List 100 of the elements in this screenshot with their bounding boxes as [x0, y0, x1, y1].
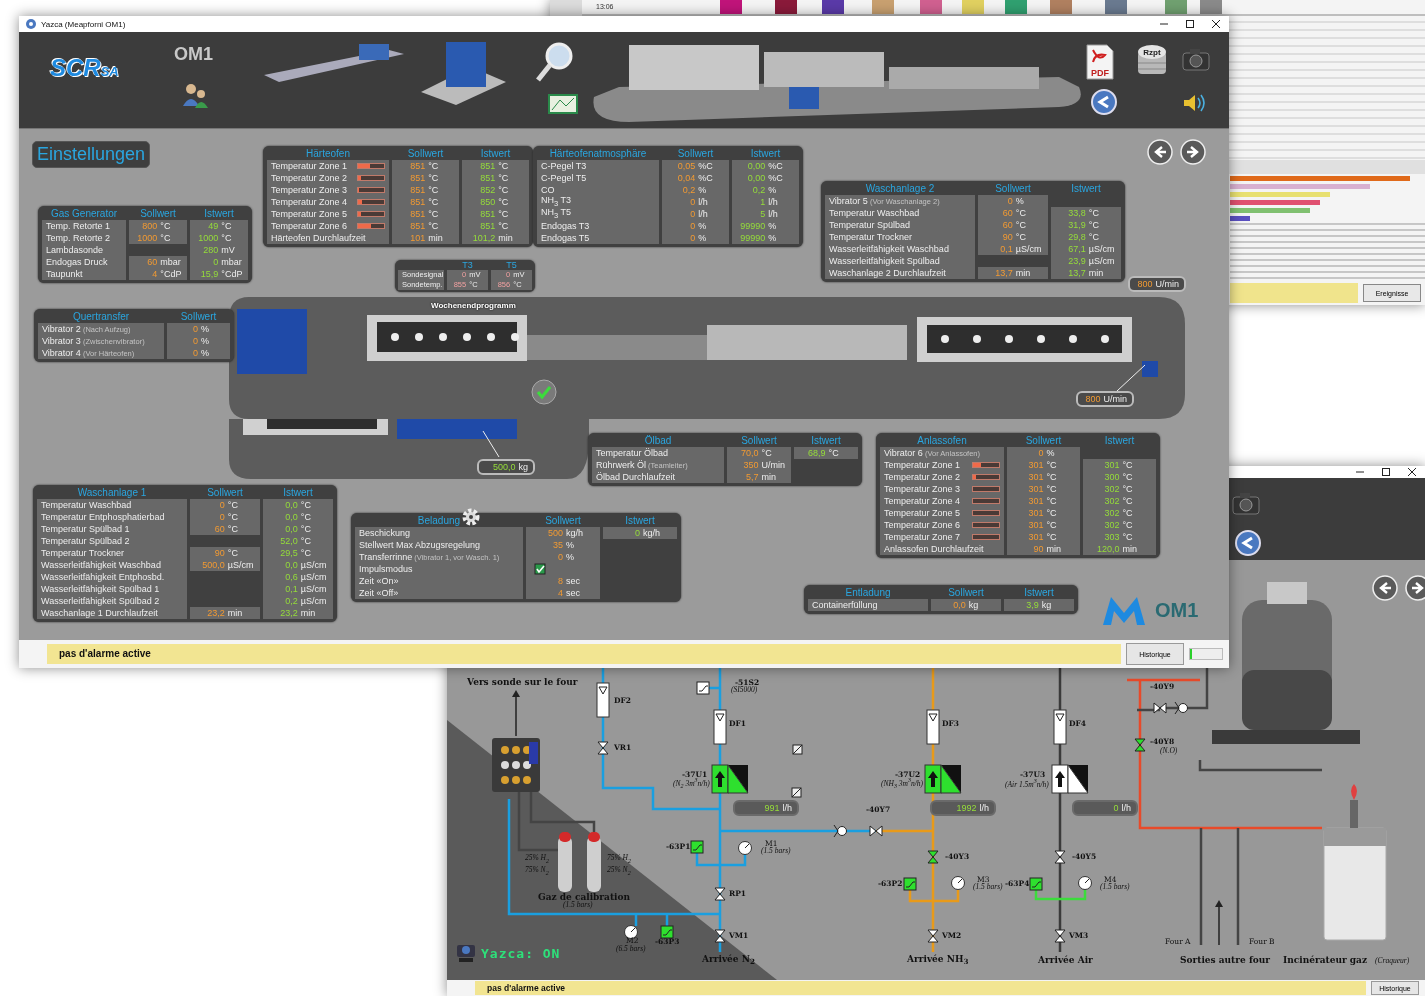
- row-label: Taupunkt: [46, 268, 83, 280]
- diagram-label: Arrivée Air: [1038, 955, 1093, 965]
- actual-value: 0,00 %C: [732, 172, 799, 184]
- maximize-icon[interactable]: [1183, 19, 1197, 29]
- window-title: Yazca (Meapforni OM1): [41, 19, 126, 29]
- gas-cylinder-drawing: [558, 832, 572, 892]
- column-header: Istwert: [625, 514, 655, 527]
- speaker-icon[interactable]: [1182, 92, 1206, 114]
- actual-value: 1 l/h: [732, 196, 799, 208]
- valve-icon: [1134, 738, 1146, 752]
- gear-icon[interactable]: [461, 507, 481, 527]
- actual-value: 302 °C: [1083, 519, 1156, 531]
- actual-value: 0 kg/h: [603, 527, 677, 539]
- actual-value: 99990 %: [732, 232, 799, 244]
- actual-value: 99990 %: [732, 220, 799, 232]
- column-header: Sollwert: [180, 310, 217, 323]
- setpoint-value: 13,7 min: [978, 267, 1048, 279]
- setpoint-value: 90 °C: [978, 231, 1048, 243]
- forward-button[interactable]: [1180, 139, 1206, 165]
- program-label: Wochenendprogramm: [431, 301, 516, 310]
- actual-value: 15,9 °CdP: [190, 268, 248, 280]
- close-icon[interactable]: [1209, 19, 1223, 29]
- actual-value: 280 mV: [190, 244, 248, 256]
- level-bar: [972, 462, 1000, 468]
- actual-value: 67,1 µS/cm: [1051, 243, 1121, 255]
- setpoint-value: 0 %: [978, 195, 1048, 207]
- back-button[interactable]: [1372, 575, 1398, 601]
- users-icon[interactable]: [181, 82, 209, 108]
- panel-title: Waschanlage 2: [865, 182, 935, 195]
- flowmeter-icon: [1053, 709, 1067, 745]
- pressure-switch-icon: [903, 877, 917, 891]
- pdf-button[interactable]: PDF: [1085, 44, 1115, 80]
- row-label: Temperatur Zone 7: [884, 531, 961, 543]
- actual-value: 68,9 °C: [794, 447, 858, 459]
- setpoint-value: 301 °C: [1007, 471, 1080, 483]
- valve-icon: [1054, 850, 1066, 864]
- check-valve-icon: [1174, 701, 1188, 715]
- column-header: Sollwert: [140, 207, 176, 220]
- alarm-status: pas d'alarme active: [47, 644, 1121, 664]
- actual-value: 851 °C: [462, 208, 529, 220]
- setpoint-value: 301 °C: [1007, 495, 1080, 507]
- setpoint-value: 500 kg/h: [526, 527, 600, 539]
- row-label: Wasserleitfähigkeit Spülbad 2: [41, 595, 160, 607]
- column-header: T5: [506, 261, 517, 270]
- column-header: Istwert: [283, 486, 313, 499]
- pressure-switch-icon: [690, 840, 704, 854]
- camera-icon[interactable]: [1181, 46, 1211, 72]
- valve-icon: [1054, 929, 1066, 943]
- column-header: Istwert: [750, 147, 781, 160]
- row-label: Temp. Retorte 1: [46, 220, 111, 232]
- setpoint-value: 0,2 %: [662, 184, 729, 196]
- forward-button[interactable]: [1405, 575, 1425, 601]
- row-label: Containerfüllung: [812, 599, 878, 611]
- panel-title: Gas Generator: [50, 207, 118, 220]
- column-header: Sollwert: [545, 514, 581, 527]
- settings-button[interactable]: Einstellungen: [32, 141, 151, 168]
- solenoid-icon: [792, 744, 803, 755]
- row-label: Waschanlage 1 Durchlaufzeit: [41, 607, 158, 619]
- panel-title: Anlassofen: [917, 434, 967, 447]
- row-label: Wasserleitfähigkeit Entphosbd.: [41, 571, 165, 583]
- maximize-icon[interactable]: [1379, 467, 1393, 477]
- setpoint-value: 23,2 min: [190, 607, 260, 619]
- panel-title: Waschanlage 1: [77, 486, 147, 499]
- actual-value: 5 l/h: [732, 208, 799, 220]
- setpoint-value: 851 °C: [392, 172, 459, 184]
- diagram-label: Gaz de calibration: [538, 892, 631, 902]
- row-label: Temperatur Spülbad: [829, 219, 911, 231]
- actual-value: 302 °C: [1083, 483, 1156, 495]
- setpoint-value: 0,04 %C: [662, 172, 729, 184]
- setpoint-value: 0,1 µS/cm: [978, 243, 1048, 255]
- row-label: Temperatur Ölbad: [596, 447, 669, 459]
- level-bar: [357, 175, 385, 181]
- row-label: C-Pegel T3: [541, 160, 587, 172]
- actual-value: 851 °C: [462, 172, 529, 184]
- setpoint-value: 90 °C: [190, 547, 260, 559]
- actual-value: 303 °C: [1083, 531, 1156, 543]
- camera-icon[interactable]: [1231, 490, 1261, 516]
- setpoint-value: 0 %: [662, 232, 729, 244]
- row-label: C-Pegel T5: [541, 172, 587, 184]
- actual-value: 23,9 µS/cm: [1051, 255, 1121, 267]
- flow-controller-icon: [924, 764, 962, 794]
- setpoint-value: 70,0 °C: [727, 447, 791, 459]
- row-label: Waschanlage 2 Durchlaufzeit: [829, 267, 946, 279]
- level-bar: [357, 211, 385, 217]
- row-label: Endogas T5: [541, 232, 590, 244]
- map-icon[interactable]: [548, 94, 578, 114]
- close-icon[interactable]: [1405, 467, 1419, 477]
- row-label: Temperatur Waschbad: [829, 207, 920, 219]
- checkbox[interactable]: [534, 563, 546, 575]
- solenoid-icon: [791, 787, 802, 798]
- actual-value: 302 °C: [1083, 507, 1156, 519]
- panel-title: Ölbad: [644, 434, 672, 447]
- row-label: NH$_{3}$ T3: [541, 194, 571, 209]
- setpoint-value: 0 %: [1007, 447, 1080, 459]
- back-button[interactable]: [1147, 139, 1173, 165]
- row-label: Temperatur Zone 6: [884, 519, 961, 531]
- column-header: Sollwert: [995, 182, 1031, 195]
- column-header: Sollwert: [407, 147, 444, 160]
- flow-controller-icon: [711, 764, 749, 794]
- setpoint-value: 0 l/h: [662, 208, 729, 220]
